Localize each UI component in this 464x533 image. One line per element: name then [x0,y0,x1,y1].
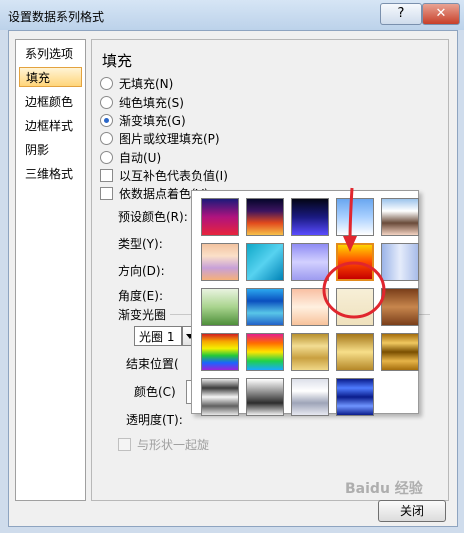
category-list: 系列选项 填充 边框颜色 边框样式 阴影 三维格式 [15,39,86,501]
preset-gallery-popup [191,190,419,416]
preset-colors-label: 预设颜色(R): [118,210,188,224]
category-fill[interactable]: 填充 [19,67,82,87]
rotate-with-shape-label: 与形状一起旋 [137,438,210,452]
gradient-stops-label: 渐变光圈 [118,308,167,322]
gradient-preset-rainbow-2[interactable] [246,333,284,371]
gradient-preset-ocean[interactable] [246,243,284,281]
radio-selected-icon [100,114,113,127]
radio-icon [100,151,113,164]
invert-negative-checkbox[interactable]: 以互补色代表负值(I) [100,168,228,184]
transparency-label: 透明度(T): [126,413,183,427]
category-border-color[interactable]: 边框颜色 [19,92,82,112]
panel-heading: 填充 [102,52,133,70]
category-series-options[interactable]: 系列选项 [19,44,82,64]
solid-fill-label: 纯色填充(S) [119,96,184,110]
radio-icon [100,132,113,145]
gradient-preset-moss[interactable] [201,288,239,326]
gradient-preset-chrome[interactable] [201,378,239,416]
gradient-preset-sapphire[interactable] [336,378,374,416]
category-border-style[interactable]: 边框样式 [19,116,82,136]
help-button[interactable]: ? [380,3,422,25]
gradient-preset-early-sunset[interactable] [201,198,239,236]
type-label: 类型(Y): [118,237,163,251]
gradient-preset-fire[interactable] [336,243,374,281]
gradient-preset-brass[interactable] [381,333,419,371]
category-3d-format[interactable]: 三维格式 [19,164,82,184]
gradient-fill-radio[interactable]: 渐变填充(G) [100,113,186,129]
close-button[interactable]: 关闭 [378,500,446,522]
no-fill-radio[interactable]: 无填充(N) [100,76,173,92]
gradient-preset-parchment[interactable] [336,288,374,326]
gradient-preset-wheat[interactable] [291,288,329,326]
no-fill-label: 无填充(N) [119,77,174,91]
gradient-preset-mahogany[interactable] [381,288,419,326]
solid-fill-radio[interactable]: 纯色填充(S) [100,95,184,111]
gradient-preset-calm-water[interactable] [291,243,329,281]
radio-icon [100,77,113,90]
gradient-preset-gold[interactable] [291,333,329,371]
gradient-preset-fog[interactable] [381,243,419,281]
gradient-preset-horizon[interactable] [381,198,419,236]
checkbox-icon [118,438,131,451]
gradient-preset-silver[interactable] [291,378,329,416]
picture-fill-label: 图片或纹理填充(P) [119,132,220,146]
gradient-preset-nightfall[interactable] [291,198,329,236]
direction-label: 方向(D): [118,264,165,278]
window-title: 设置数据系列格式 [8,10,105,24]
gradient-fill-label: 渐变填充(G) [119,114,186,128]
auto-fill-radio[interactable]: 自动(U) [100,150,161,166]
end-position-label: 结束位置( [126,357,179,371]
category-shadow[interactable]: 阴影 [19,140,82,160]
radio-icon [100,96,113,109]
rotate-with-shape-checkbox[interactable]: 与形状一起旋 [118,437,209,453]
gradient-preset-rainbow[interactable] [201,333,239,371]
gradient-preset-peacock[interactable] [246,288,284,326]
angle-label: 角度(E): [118,289,163,303]
title-bar: 设置数据系列格式 ? ✕ [0,0,464,30]
auto-fill-label: 自动(U) [119,151,162,165]
gradient-preset-desert[interactable] [201,243,239,281]
gradient-preset-chrome-2[interactable] [246,378,284,416]
checkbox-icon [100,187,113,200]
gradient-preset-daybreak[interactable] [336,198,374,236]
color-label: 颜色(C) [134,385,176,399]
watermark: Baidu 经验 [345,481,423,497]
gradient-preset-late-sunset[interactable] [246,198,284,236]
picture-fill-radio[interactable]: 图片或纹理填充(P) [100,131,220,147]
stop-select[interactable]: 光圈 1 [134,326,182,346]
window-close-button[interactable]: ✕ [422,3,460,25]
gradient-preset-gold-2[interactable] [336,333,374,371]
checkbox-icon [100,169,113,182]
invert-negative-label: 以互补色代表负值(I) [119,169,228,183]
